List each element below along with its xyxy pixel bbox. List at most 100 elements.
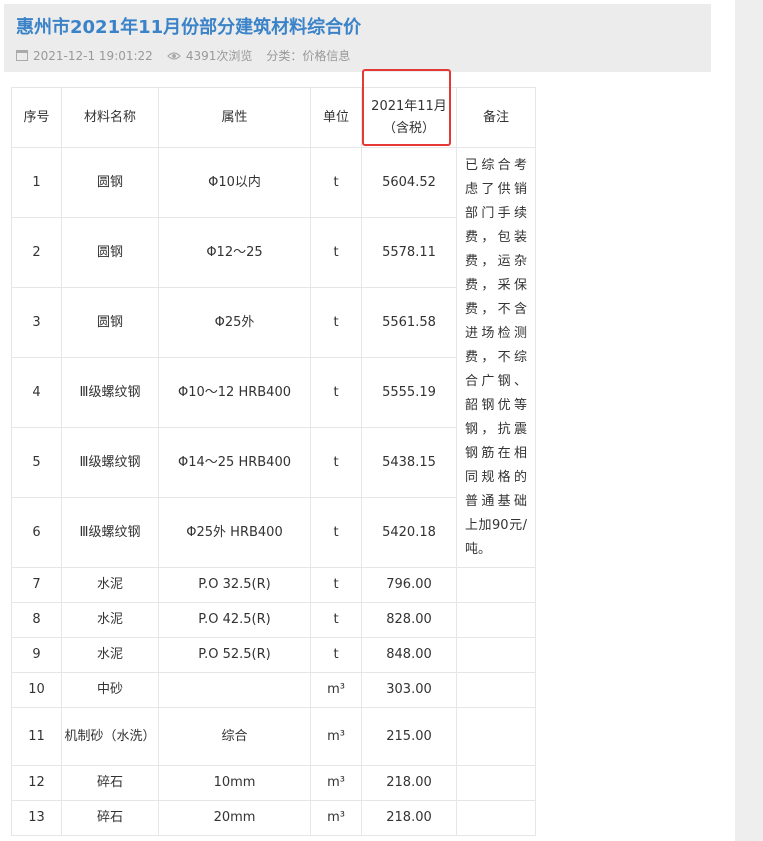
table-row: 12 碎石 10mm m³ 218.00 [11, 765, 536, 801]
cell-note-empty [456, 567, 536, 603]
header-price: 2021年11月 （含税） [361, 87, 457, 148]
cell-name: 中砂 [61, 672, 159, 708]
header-price-line1: 2021年11月 [371, 98, 447, 114]
cell-unit: m³ [310, 707, 362, 766]
cell-attr: Φ14～25 HRB400 [158, 427, 311, 498]
view-count: 4391次浏览 [185, 49, 253, 63]
price-table: 序号 材料名称 属性 单位 2021年11月 （含税） 备注 1 圆钢 Φ10以… [11, 87, 536, 836]
cell-price: 796.00 [361, 567, 457, 603]
cell-note-empty [456, 602, 536, 638]
cell-name: Ⅲ级螺纹钢 [61, 357, 159, 428]
cell-name: 水泥 [61, 567, 159, 603]
cell-no: 12 [11, 765, 62, 801]
header-price-line2: （含税） [382, 120, 435, 136]
cell-no: 4 [11, 357, 62, 428]
remark-note: 已综合考虑了供销部门手续费，包装费，运杂费，采保费，不含进场检测费，不综合广钢、… [456, 147, 536, 568]
cell-attr: Φ25外 [158, 287, 311, 358]
cell-attr: Φ10以内 [158, 147, 311, 218]
cell-name: 水泥 [61, 637, 159, 673]
cell-name: Ⅲ级螺纹钢 [61, 497, 159, 568]
cell-price: 5555.19 [361, 357, 457, 428]
cell-price: 828.00 [361, 602, 457, 638]
cell-name: Ⅲ级螺纹钢 [61, 427, 159, 498]
cell-no: 1 [11, 147, 62, 218]
cell-price: 848.00 [361, 637, 457, 673]
cell-name: 圆钢 [61, 147, 159, 218]
cell-attr: P.O 32.5(R) [158, 567, 311, 603]
table-row: 10 中砂 m³ 303.00 [11, 672, 536, 708]
cell-no: 13 [11, 800, 62, 836]
cell-attr: Φ12～25 [158, 217, 311, 288]
cell-attr: 20mm [158, 800, 311, 836]
cell-no: 2 [11, 217, 62, 288]
cell-no: 7 [11, 567, 62, 603]
table-row: 1 圆钢 Φ10以内 t 5604.52 已综合考虑了供销部门手续费，包装费，运… [11, 147, 536, 568]
cell-no: 3 [11, 287, 62, 358]
cell-attr: 综合 [158, 707, 311, 766]
article-title: 惠州市2021年11月份部分建筑材料综合价 [16, 17, 362, 38]
cell-attr: P.O 42.5(R) [158, 602, 311, 638]
header-name: 材料名称 [61, 87, 159, 148]
calendar-icon [16, 50, 28, 61]
cell-unit: m³ [310, 765, 362, 801]
cell-no: 10 [11, 672, 62, 708]
cell-attr: P.O 52.5(R) [158, 637, 311, 673]
header-note: 备注 [456, 87, 536, 148]
cell-price: 5604.52 [361, 147, 457, 218]
cell-name: 水泥 [61, 602, 159, 638]
cell-attr [158, 672, 311, 708]
cell-unit: t [310, 287, 362, 358]
article-meta: 2021-12-1 19:01:22 4391次浏览 分类：价格信息 [16, 47, 350, 64]
cell-unit: t [310, 602, 362, 638]
cell-price: 218.00 [361, 800, 457, 836]
cell-note-empty [456, 637, 536, 673]
cell-price: 218.00 [361, 765, 457, 801]
cell-attr: Φ10～12 HRB400 [158, 357, 311, 428]
header-attr: 属性 [158, 87, 311, 148]
cell-unit: m³ [310, 800, 362, 836]
cell-unit: m³ [310, 672, 362, 708]
cell-name: 圆钢 [61, 287, 159, 358]
cell-no: 6 [11, 497, 62, 568]
table-header-row: 序号 材料名称 属性 单位 2021年11月 （含税） 备注 [11, 87, 536, 148]
cell-note-empty [456, 800, 536, 836]
header-no: 序号 [11, 87, 62, 148]
publish-date: 2021-12-1 19:01:22 [33, 48, 153, 63]
table-row: 9 水泥 P.O 52.5(R) t 848.00 [11, 637, 536, 673]
cell-price: 5561.58 [361, 287, 457, 358]
cell-unit: t [310, 217, 362, 288]
cell-unit: t [310, 357, 362, 428]
table-row: 7 水泥 P.O 32.5(R) t 796.00 [11, 567, 536, 603]
cell-unit: t [310, 637, 362, 673]
cell-price: 5420.18 [361, 497, 457, 568]
cell-no: 8 [11, 602, 62, 638]
cell-unit: t [310, 567, 362, 603]
table-row: 13 碎石 20mm m³ 218.00 [11, 800, 536, 836]
page-scroll-gutter [735, 0, 763, 841]
header-unit: 单位 [310, 87, 362, 148]
cell-unit: t [310, 427, 362, 498]
cell-price: 215.00 [361, 707, 457, 766]
cell-name: 机制砂（水洗） [61, 707, 159, 766]
cell-note-empty [456, 672, 536, 708]
cell-no: 9 [11, 637, 62, 673]
table-row: 8 水泥 P.O 42.5(R) t 828.00 [11, 602, 536, 638]
cell-no: 5 [11, 427, 62, 498]
cell-name: 碎石 [61, 765, 159, 801]
eye-icon [166, 51, 181, 61]
cell-name: 碎石 [61, 800, 159, 836]
cell-unit: t [310, 147, 362, 218]
article-header: 惠州市2021年11月份部分建筑材料综合价 2021-12-1 19:01:22… [4, 4, 711, 72]
cell-price: 303.00 [361, 672, 457, 708]
cell-note-empty [456, 765, 536, 801]
cell-note-empty [456, 707, 536, 766]
cell-no: 11 [11, 707, 62, 766]
cell-price: 5578.11 [361, 217, 457, 288]
category-link[interactable]: 分类：价格信息 [266, 47, 350, 64]
cell-unit: t [310, 497, 362, 568]
cell-attr: 10mm [158, 765, 311, 801]
cell-name: 圆钢 [61, 217, 159, 288]
table-row: 11 机制砂（水洗） 综合 m³ 215.00 [11, 707, 536, 766]
cell-price: 5438.15 [361, 427, 457, 498]
cell-attr: Φ25外 HRB400 [158, 497, 311, 568]
